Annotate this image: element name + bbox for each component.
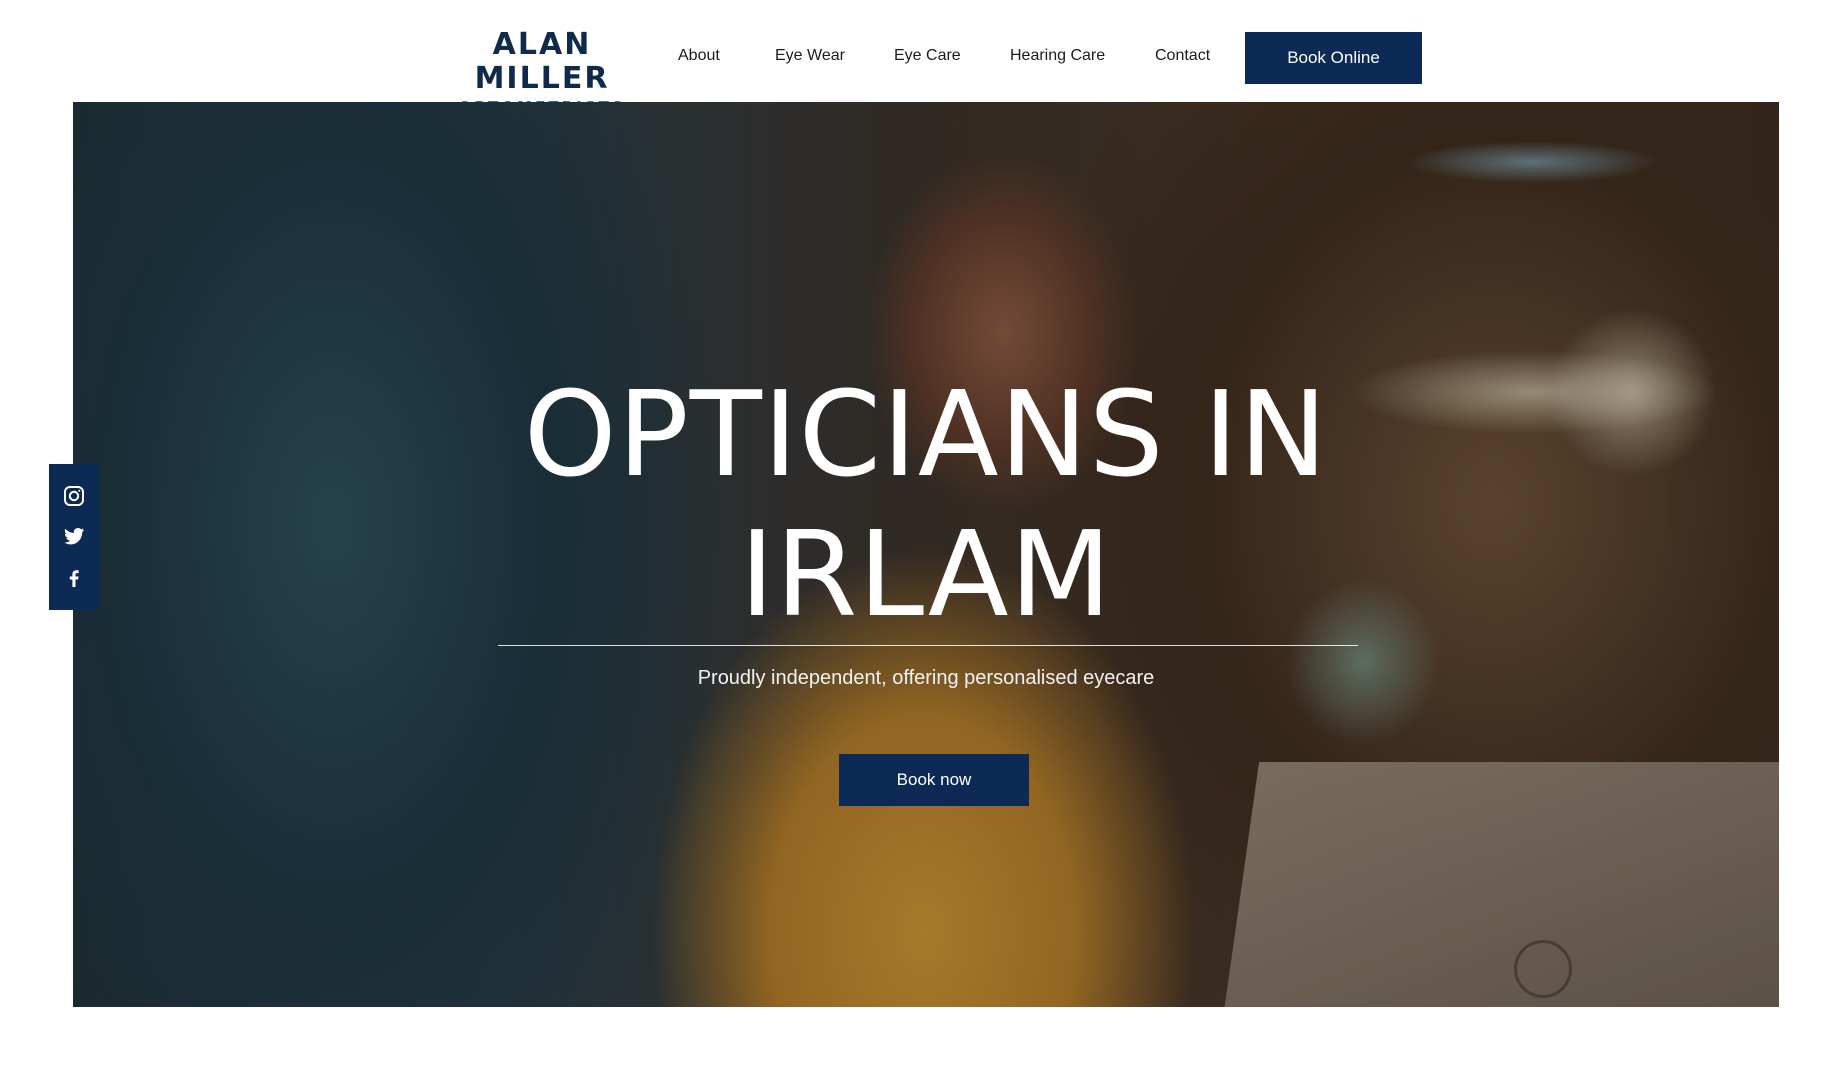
hero-divider bbox=[498, 645, 1358, 646]
twitter-icon[interactable] bbox=[62, 524, 86, 548]
site-header: ALAN MILLER OPTOMETRISTS About Eye Wear … bbox=[0, 0, 1832, 116]
nav-item-hearing-care[interactable]: Hearing Care bbox=[1010, 44, 1105, 68]
social-bar bbox=[49, 464, 99, 610]
nav-item-about[interactable]: About bbox=[678, 44, 720, 68]
facebook-icon[interactable] bbox=[62, 566, 86, 590]
hero-title-line-2: IRLAM bbox=[739, 505, 1113, 643]
instagram-icon[interactable] bbox=[62, 484, 86, 508]
nav-item-eye-wear[interactable]: Eye Wear bbox=[775, 44, 845, 68]
hero-title-line-1: OPTICIANS IN bbox=[523, 365, 1329, 503]
hero-title: OPTICIANS IN IRLAM bbox=[73, 364, 1779, 644]
book-online-button[interactable]: Book Online bbox=[1245, 32, 1422, 84]
hero-subtitle: Proudly independent, offering personalis… bbox=[697, 667, 1155, 689]
nav-item-contact[interactable]: Contact bbox=[1155, 44, 1210, 68]
main-nav: About Eye Wear Eye Care Hearing Care Con… bbox=[0, 44, 1832, 68]
book-now-button[interactable]: Book now bbox=[839, 754, 1029, 806]
hero-section: OPTICIANS IN IRLAM Proudly independent, … bbox=[73, 102, 1779, 1007]
nav-item-eye-care[interactable]: Eye Care bbox=[894, 44, 961, 68]
